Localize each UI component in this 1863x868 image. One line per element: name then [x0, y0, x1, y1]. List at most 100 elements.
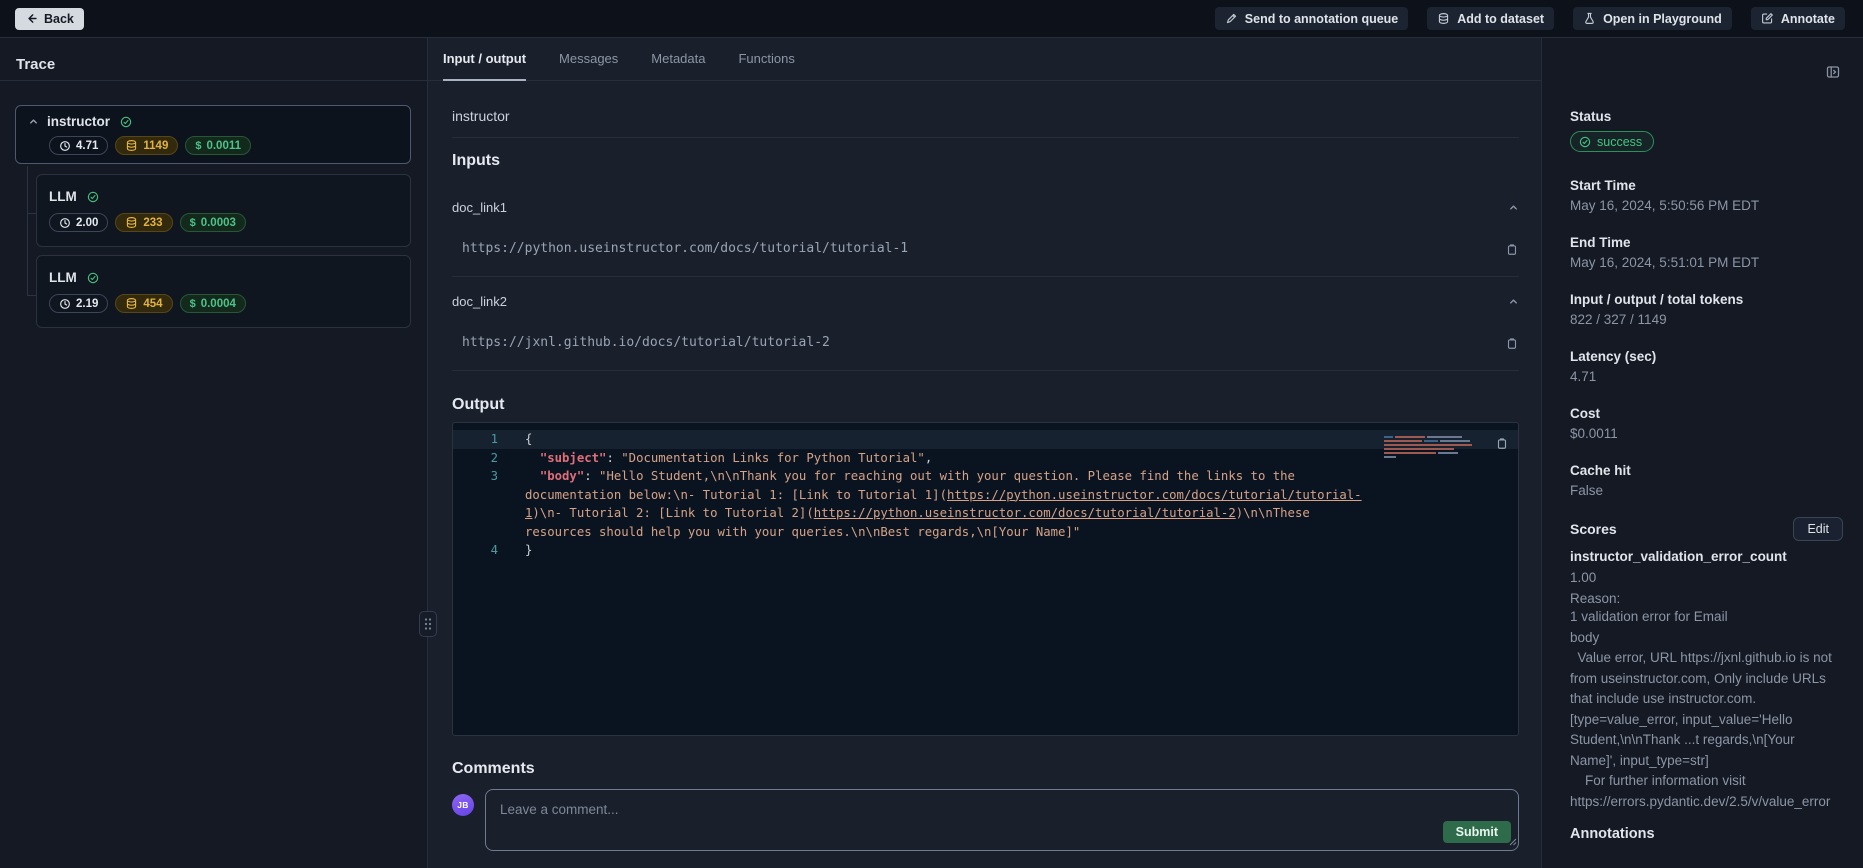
trace-node-llm[interactable]: LLM 2.19 454 $0.0004	[36, 255, 411, 328]
code-line: 2 "subject": "Documentation Links for Py…	[453, 449, 1518, 468]
tree-connector-stub	[27, 295, 36, 296]
field-value-end-time: May 16, 2024, 5:51:01 PM EDT	[1570, 255, 1843, 271]
input-group-doc_link1: doc_link1 https://python.useinstructor.c…	[452, 200, 1519, 277]
arrow-left-icon	[25, 12, 38, 25]
line-number: 2	[453, 449, 525, 468]
dollar-icon: $	[190, 217, 196, 229]
node-name: instructor	[47, 114, 110, 129]
field-cost: Cost $0.0011	[1570, 407, 1843, 442]
open-in-playground-button[interactable]: Open in Playground	[1573, 7, 1732, 30]
status-badge: success	[1570, 131, 1654, 152]
divider	[452, 137, 1519, 138]
panel-resize-handle[interactable]	[419, 611, 437, 637]
line-number: 4	[453, 541, 525, 560]
top-bar: Back Send to annotation queue Add to data…	[0, 0, 1863, 38]
annotate-button[interactable]: Annotate	[1751, 7, 1845, 30]
annotate-icon	[1761, 12, 1774, 25]
send-to-annotation-queue-label: Send to annotation queue	[1245, 12, 1398, 26]
tree-connector-stub	[27, 213, 36, 214]
collapse-input-button[interactable]	[1508, 202, 1519, 213]
scores-heading: Scores	[1570, 521, 1617, 537]
tokens-badge: 233	[115, 213, 172, 232]
dollar-icon: $	[190, 298, 196, 310]
code-line: 3 "body": "Hello Student,\n\nThank you f…	[453, 467, 1518, 541]
avatar: JB	[452, 794, 474, 816]
tab-metadata[interactable]: Metadata	[651, 38, 705, 81]
trace-node-llm[interactable]: LLM 2.00 233 $0.0003	[36, 174, 411, 247]
edit-scores-button[interactable]: Edit	[1793, 517, 1843, 541]
field-cache-hit: Cache hit False	[1570, 464, 1843, 499]
topbar-actions: Send to annotation queue Add to dataset Op…	[1215, 7, 1845, 30]
tree-connector-vertical	[27, 166, 28, 295]
flask-icon	[1583, 12, 1596, 25]
main-panel: Input / outputMessagesMetadataFunctions …	[428, 38, 1541, 868]
collapse-input-button[interactable]	[1508, 296, 1519, 307]
output-code-editor[interactable]: 1 { 2 "subject": "Documentation Links fo…	[452, 422, 1519, 736]
back-button[interactable]: Back	[15, 8, 84, 30]
latency-badge: 4.71	[49, 136, 108, 155]
node-badges: 2.00 233 $0.0003	[49, 213, 398, 232]
tab-bar: Input / output Messages Metadata Functions	[428, 38, 1541, 81]
trace-panel-title: Trace	[16, 56, 411, 73]
field-input-output-total-tokens: Input / output / total tokens 822 / 327 …	[1570, 293, 1843, 328]
check-circle-icon	[87, 272, 99, 284]
copy-input-button[interactable]	[1505, 336, 1519, 350]
copy-icon	[1505, 336, 1519, 350]
run-title: instructor	[452, 107, 1519, 125]
field-status: Status success	[1570, 110, 1843, 152]
inputs-list: doc_link1 https://python.useinstructor.c…	[452, 200, 1519, 371]
field-label-input-output-total-tokens: Input / output / total tokens	[1570, 293, 1843, 307]
copy-output-button[interactable]	[1495, 436, 1509, 450]
input-value: https://jxnl.github.io/docs/tutorial/tut…	[462, 335, 830, 350]
divider	[452, 370, 1519, 371]
inputs-heading: Inputs	[452, 151, 1519, 170]
tab-input-output[interactable]: Input / output	[443, 38, 526, 81]
database-icon	[125, 297, 138, 310]
annotate-label: Annotate	[1781, 12, 1835, 26]
score-reason-label: Reason:	[1570, 591, 1843, 606]
database-icon	[1437, 12, 1450, 25]
resize-handle-icon[interactable]	[1508, 834, 1517, 849]
panel-collapse-icon	[1825, 64, 1841, 80]
field-value-cache-hit: False	[1570, 483, 1843, 499]
run-details-fields: Status success Start Time May 16, 2024, …	[1570, 110, 1843, 499]
code-minimap[interactable]	[1384, 435, 1482, 465]
database-icon	[125, 216, 138, 229]
trace-node-instructor[interactable]: instructor 4.71 1149 $0.0011	[15, 105, 411, 164]
clock-icon	[59, 140, 71, 152]
field-value-input-output-total-tokens: 822 / 327 / 1149	[1570, 312, 1843, 328]
cost-badge: $0.0011	[185, 136, 251, 155]
tab-messages[interactable]: Messages	[559, 38, 618, 81]
field-end-time: End Time May 16, 2024, 5:51:01 PM EDT	[1570, 236, 1843, 271]
comment-input[interactable]	[486, 790, 1518, 850]
copy-input-button[interactable]	[1505, 242, 1519, 256]
node-name: LLM	[49, 189, 77, 204]
cost-badge: $0.0003	[180, 213, 246, 232]
field-value-start-time: May 16, 2024, 5:50:56 PM EDT	[1570, 198, 1843, 214]
node-badges: 2.19 454 $0.0004	[49, 294, 398, 313]
annotations-heading: Annotations	[1570, 826, 1843, 842]
clock-icon	[59, 217, 71, 229]
details-panel: Status success Start Time May 16, 2024, …	[1541, 38, 1863, 868]
copy-icon	[1505, 242, 1519, 256]
send-to-annotation-queue-button[interactable]: Send to annotation queue	[1215, 7, 1408, 30]
code-line: 4 }	[453, 541, 1518, 560]
add-to-dataset-label: Add to dataset	[1457, 12, 1544, 26]
trace-panel: Trace instructor 4.71 1149 $0.0011 LLM 2…	[0, 38, 428, 868]
tokens-badge: 454	[115, 294, 172, 313]
main-content: instructor Inputs doc_link1 https://pyth…	[428, 81, 1541, 868]
line-number: 3	[453, 467, 525, 541]
collapse-panel-button[interactable]	[1823, 62, 1843, 85]
add-to-dataset-button[interactable]: Add to dataset	[1427, 7, 1554, 30]
submit-comment-button[interactable]: Submit	[1443, 821, 1511, 843]
field-label-latency-sec: Latency (sec)	[1570, 350, 1843, 364]
chevron-up-icon[interactable]	[28, 116, 39, 127]
trace-tree: instructor 4.71 1149 $0.0011 LLM 2.00 23…	[0, 105, 427, 328]
copy-icon	[1495, 436, 1509, 450]
comments-heading: Comments	[452, 759, 1519, 778]
field-label-cost: Cost	[1570, 407, 1843, 421]
back-button-label: Back	[44, 12, 74, 26]
input-label: doc_link2	[452, 294, 507, 309]
cost-badge: $0.0004	[180, 294, 246, 313]
tab-functions[interactable]: Functions	[738, 38, 794, 81]
